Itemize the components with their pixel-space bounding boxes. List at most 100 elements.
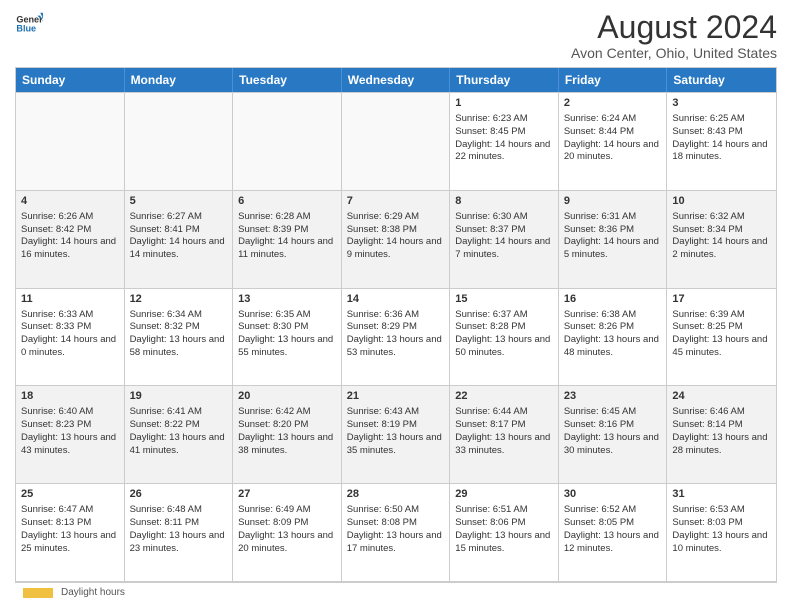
- legend: Daylight hours: [15, 582, 777, 602]
- sunset-18: Sunset: 8:23 PM: [21, 419, 119, 432]
- calendar-week-4: 18Sunrise: 6:40 AMSunset: 8:23 PMDayligh…: [16, 385, 776, 483]
- day-number-26: 26: [130, 487, 228, 502]
- daylight-19: Daylight: 13 hours and 41 minutes.: [130, 432, 228, 458]
- day-cell-12: 12 Sunrise: 6:34 AMSunset: 8:32 PMDayligh…: [125, 289, 234, 386]
- sunrise-6: Sunrise: 6:28 AM: [238, 211, 336, 224]
- day-cell-23: 23Sunrise: 6:45 AMSunset: 8:16 PMDayligh…: [559, 386, 668, 483]
- sunrise-7: Sunrise: 6:29 AM: [347, 211, 445, 224]
- day-number-6: 6: [238, 194, 336, 209]
- sunrise-12: Sunrise: 6:34 AM: [130, 309, 228, 322]
- sunrise-4: Sunrise: 6:26 AM: [21, 211, 119, 224]
- day-number-25: 25: [21, 487, 119, 502]
- day-cell-11: 11Sunrise: 6:33 AMSunset: 8:33 PMDayligh…: [16, 289, 125, 386]
- day-cell-25: 25Sunrise: 6:47 AMSunset: 8:13 PMDayligh…: [16, 484, 125, 581]
- sunrise-16: Sunrise: 6:38 AM: [564, 309, 662, 322]
- logo: General Blue: [15, 10, 43, 38]
- title-area: August 2024 Avon Center, Ohio, United St…: [571, 10, 777, 61]
- day-cell-14: 14Sunrise: 6:36 AMSunset: 8:29 PMDayligh…: [342, 289, 451, 386]
- sunset-10: Sunset: 8:34 PM: [672, 224, 771, 237]
- daylight-24: Daylight: 13 hours and 28 minutes.: [672, 432, 771, 458]
- header-tuesday: Tuesday: [233, 68, 342, 92]
- calendar-week-2: 4Sunrise: 6:26 AMSunset: 8:42 PMDaylight…: [16, 190, 776, 288]
- header-monday: Monday: [125, 68, 234, 92]
- day-number-5: 5: [130, 194, 228, 209]
- day-cell-10: 10Sunrise: 6:32 AMSunset: 8:34 PMDayligh…: [667, 191, 776, 288]
- daylight-23: Daylight: 13 hours and 30 minutes.: [564, 432, 662, 458]
- sunrise-26: Sunrise: 6:48 AM: [130, 504, 228, 517]
- calendar-week-3: 11Sunrise: 6:33 AMSunset: 8:33 PMDayligh…: [16, 288, 776, 386]
- day-number-18: 18: [21, 389, 119, 404]
- day-cell-17: 17Sunrise: 6:39 AMSunset: 8:25 PMDayligh…: [667, 289, 776, 386]
- day-cell-8: 8Sunrise: 6:30 AMSunset: 8:37 PMDaylight…: [450, 191, 559, 288]
- day-number-10: 10: [672, 194, 771, 209]
- day-number-2: 2: [564, 96, 662, 111]
- sunset-16: Sunset: 8:26 PM: [564, 321, 662, 334]
- sunset-24: Sunset: 8:14 PM: [672, 419, 771, 432]
- day-cell-24: 24Sunrise: 6:46 AMSunset: 8:14 PMDayligh…: [667, 386, 776, 483]
- sunrise-3: Sunrise: 6:25 AM: [672, 113, 771, 126]
- sunrise-27: Sunrise: 6:49 AM: [238, 504, 336, 517]
- sunset-6: Sunset: 8:39 PM: [238, 224, 336, 237]
- daylight-2: Daylight: 14 hours and 20 minutes.: [564, 139, 662, 165]
- sunrise-29: Sunrise: 6:51 AM: [455, 504, 553, 517]
- daylight-21: Daylight: 13 hours and 35 minutes.: [347, 432, 445, 458]
- sunrise-23: Sunrise: 6:45 AM: [564, 406, 662, 419]
- empty-cell-0-0: [16, 93, 125, 190]
- day-cell-2: 2Sunrise: 6:24 AMSunset: 8:44 PMDaylight…: [559, 93, 668, 190]
- day-cell-9: 9Sunrise: 6:31 AMSunset: 8:36 PMDaylight…: [559, 191, 668, 288]
- daylight-12: Daylight: 13 hours and 58 minutes.: [130, 334, 228, 360]
- calendar-week-5: 25Sunrise: 6:47 AMSunset: 8:13 PMDayligh…: [16, 483, 776, 581]
- sunrise-14: Sunrise: 6:36 AM: [347, 309, 445, 322]
- sunset-2: Sunset: 8:44 PM: [564, 126, 662, 139]
- daylight-3: Daylight: 14 hours and 18 minutes.: [672, 139, 771, 165]
- day-cell-30: 30Sunrise: 6:52 AMSunset: 8:05 PMDayligh…: [559, 484, 668, 581]
- sunset-23: Sunset: 8:16 PM: [564, 419, 662, 432]
- header-saturday: Saturday: [667, 68, 776, 92]
- day-cell-15: 15Sunrise: 6:37 AMSunset: 8:28 PMDayligh…: [450, 289, 559, 386]
- sunset-12: Sunset: 8:32 PM: [130, 321, 228, 334]
- sunrise-11: Sunrise: 6:33 AM: [21, 309, 119, 322]
- page-header: General Blue August 2024 Avon Center, Oh…: [15, 10, 777, 61]
- page-subtitle: Avon Center, Ohio, United States: [571, 45, 777, 61]
- sunrise-20: Sunrise: 6:42 AM: [238, 406, 336, 419]
- daylight-17: Daylight: 13 hours and 45 minutes.: [672, 334, 771, 360]
- day-number-29: 29: [455, 487, 553, 502]
- daylight-1: Daylight: 14 hours and 22 minutes.: [455, 139, 553, 165]
- sunrise-19: Sunrise: 6:41 AM: [130, 406, 228, 419]
- daylight-27: Daylight: 13 hours and 20 minutes.: [238, 530, 336, 556]
- calendar-header: SundayMondayTuesdayWednesdayThursdayFrid…: [16, 68, 776, 92]
- sunset-14: Sunset: 8:29 PM: [347, 321, 445, 334]
- daylight-10: Daylight: 14 hours and 2 minutes.: [672, 236, 771, 262]
- daylight-28: Daylight: 13 hours and 17 minutes.: [347, 530, 445, 556]
- day-number-7: 7: [347, 194, 445, 209]
- day-cell-3: 3 Sunrise: 6:25 AMSunset: 8:43 PMDaylight…: [667, 93, 776, 190]
- day-cell-16: 16 Sunrise: 6:38 AMSunset: 8:26 PMDayligh…: [559, 289, 668, 386]
- day-number-16: 16: [564, 292, 662, 307]
- day-cell-27: 27Sunrise: 6:49 AMSunset: 8:09 PMDayligh…: [233, 484, 342, 581]
- day-number-4: 4: [21, 194, 119, 209]
- sunset-3: Sunset: 8:43 PM: [672, 126, 771, 139]
- sunrise-9: Sunrise: 6:31 AM: [564, 211, 662, 224]
- day-cell-21: 21Sunrise: 6:43 AMSunset: 8:19 PMDayligh…: [342, 386, 451, 483]
- sunset-26: Sunset: 8:11 PM: [130, 517, 228, 530]
- sunset-17: Sunset: 8:25 PM: [672, 321, 771, 334]
- daylight-16: Daylight: 13 hours and 48 minutes.: [564, 334, 662, 360]
- calendar-week-1: 1Sunrise: 6:23 AMSunset: 8:45 PMDaylight…: [16, 92, 776, 190]
- day-number-1: 1: [455, 96, 553, 111]
- sunset-29: Sunset: 8:06 PM: [455, 517, 553, 530]
- empty-cell-0-2: [233, 93, 342, 190]
- sunrise-22: Sunrise: 6:44 AM: [455, 406, 553, 419]
- daylight-11: Daylight: 14 hours and 0 minutes.: [21, 334, 119, 360]
- sunrise-15: Sunrise: 6:37 AM: [455, 309, 553, 322]
- day-cell-1: 1Sunrise: 6:23 AMSunset: 8:45 PMDaylight…: [450, 93, 559, 190]
- day-number-31: 31: [672, 487, 771, 502]
- sunrise-28: Sunrise: 6:50 AM: [347, 504, 445, 517]
- daylight-4: Daylight: 14 hours and 16 minutes.: [21, 236, 119, 262]
- sunset-13: Sunset: 8:30 PM: [238, 321, 336, 334]
- day-number-3: 3: [672, 96, 771, 111]
- daylight-31: Daylight: 13 hours and 10 minutes.: [672, 530, 771, 556]
- header-friday: Friday: [559, 68, 668, 92]
- day-number-28: 28: [347, 487, 445, 502]
- day-number-12: 12: [130, 292, 228, 307]
- day-cell-19: 19Sunrise: 6:41 AMSunset: 8:22 PMDayligh…: [125, 386, 234, 483]
